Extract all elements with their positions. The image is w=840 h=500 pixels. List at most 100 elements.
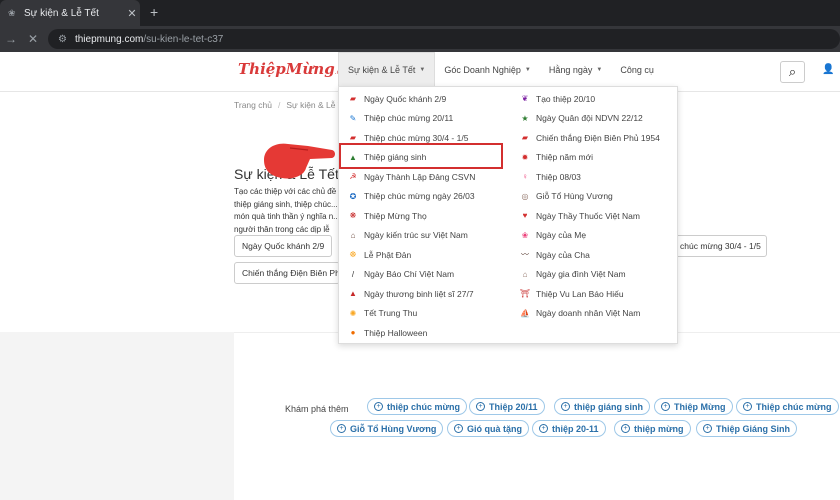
menu-item-label: Thiệp 08/03 [536, 171, 581, 182]
explore-chip[interactable]: + Thiệp 20/11 [469, 398, 545, 415]
menu-item-label: Ngày của Cha [536, 249, 590, 260]
menu-item[interactable]: ⌂ Ngày gia đình Việt Nam [519, 265, 679, 285]
menu-item[interactable]: ♀ Thiệp 08/03 [519, 167, 679, 187]
menu-item[interactable]: ⛩ Thiệp Vu Lan Báo Hiếu [519, 284, 679, 304]
menu-item[interactable]: ❋ Thiệp Mừng Thọ [347, 206, 507, 226]
flag-icon: ▰ [349, 94, 357, 104]
flag-icon: ▰ [349, 133, 357, 143]
explore-chip-label: thiệp chúc mừng [387, 401, 461, 412]
chevron-down-icon: ▼ [596, 66, 603, 73]
menu-item[interactable]: ♥ Ngày Thầy Thuốc Việt Nam [519, 206, 679, 226]
explore-chip[interactable]: + thiệp 20-11 [532, 420, 606, 437]
explore-chip[interactable]: + thiệp giáng sinh [554, 398, 650, 415]
menu-item[interactable]: ✪ Thiệp chúc mừng ngày 26/03 [347, 187, 507, 207]
search-button[interactable]: ⌕ [780, 61, 805, 83]
menu-item-label: Tết Trung Thu [364, 308, 418, 319]
nav-tools[interactable]: Công cụ [611, 52, 663, 87]
plus-icon: + [661, 402, 670, 411]
explore-chip[interactable]: + Thiệp chúc mừng [736, 398, 839, 415]
explore-chip[interactable]: + thiệp mừng [614, 420, 691, 437]
menu-item-label: Thiệp Halloween [364, 327, 428, 338]
explore-chip[interactable]: + Thiệp Giáng Sinh [696, 420, 797, 437]
mother-icon: ❀ [521, 230, 529, 240]
hammer-sickle-icon: ☭ [349, 172, 357, 182]
plus-icon: + [703, 424, 712, 433]
sail-icon: ⛵ [520, 308, 530, 318]
site-logo[interactable]: ThiệpMừng.com [238, 60, 349, 78]
nav-business[interactable]: Góc Doanh Nghiệp ▼ [435, 52, 540, 87]
page-side-background [0, 332, 234, 500]
menu-item[interactable]: / Ngày Báo Chí Việt Nam [347, 265, 507, 285]
menu-item[interactable]: ☸ Lễ Phật Đản [347, 245, 507, 265]
menu-item-label: Thiệp năm mới [536, 152, 594, 163]
explore-chip-label: Thiệp Giáng Sinh [716, 423, 790, 434]
menu-item-label: Giỗ Tổ Hùng Vương [536, 191, 613, 202]
nav-events[interactable]: Sự kiện & Lễ Tết ▼ [338, 52, 436, 87]
plus-icon: + [476, 402, 485, 411]
menu-item-label: Thiệp Vu Lan Báo Hiếu [536, 288, 624, 299]
menu-item-label: Chiến thắng Điện Biên Phủ 1954 [536, 132, 660, 143]
nav-label: Hằng ngày [548, 64, 593, 75]
plus-icon: + [337, 424, 346, 433]
chevron-down-icon: ▼ [524, 66, 531, 73]
menu-item[interactable]: ▰ Chiến thắng Điện Biên Phủ 1954 [519, 128, 679, 148]
url-path: /su-kien-le-tet-c37 [143, 33, 224, 45]
family-icon: ⌂ [522, 269, 528, 279]
plus-icon: + [539, 424, 548, 433]
lantern-icon: ✺ [349, 308, 357, 318]
pointing-hand-icon [264, 143, 335, 179]
menu-item-label: Thiệp chúc mừng ngày 26/03 [364, 191, 475, 202]
menu-item-label: Ngày doanh nhân Việt Nam [536, 308, 641, 319]
teacher-icon: ✎ [349, 113, 357, 123]
menu-item[interactable]: ★ Ngày Quân đội NDVN 22/12 [519, 109, 679, 129]
nav-daily[interactable]: Hằng ngày ▼ [540, 52, 612, 87]
menu-item[interactable]: ⛵ Ngày doanh nhân Việt Nam [519, 304, 679, 324]
main-nav: Sự kiện & Lễ Tết ▼ Góc Doanh Nghiệp ▼ Hằng… [338, 52, 663, 87]
mustache-icon: 〰 [521, 250, 529, 260]
menu-item[interactable]: ▰ Ngày Quốc khánh 2/9 [347, 89, 507, 109]
menu-item[interactable]: ⌂ Ngày kiến trúc sư Việt Nam [347, 226, 507, 246]
menu-item-label: Ngày Quân đội NDVN 22/12 [536, 113, 643, 124]
menu-item-label: Ngày Thầy Thuốc Việt Nam [536, 210, 640, 221]
menu-item[interactable]: ✹ Thiệp năm mới [519, 148, 679, 168]
breadcrumb-home[interactable]: Trang chủ [234, 100, 272, 110]
menu-item[interactable]: ▲ Ngày thương binh liệt sĩ 27/7 [347, 284, 507, 304]
plus-icon: + [561, 402, 570, 411]
explore-chip[interactable]: + Gió quà tặng [447, 420, 529, 437]
plus-icon: + [743, 402, 752, 411]
explore-chip[interactable]: + thiệp chúc mừng [367, 398, 468, 415]
menu-item[interactable]: ● Thiệp Halloween [347, 323, 507, 343]
explore-chip[interactable]: + Giỗ Tổ Hùng Vương [330, 420, 444, 437]
menu-item[interactable]: ☭ Ngày Thành Lập Đảng CSVN [347, 167, 507, 187]
new-year-icon: ✹ [521, 152, 529, 162]
user-icon[interactable]: 👤 [822, 64, 834, 75]
tag-button[interactable]: Chiến thắng Điện Biên Ph [234, 262, 340, 284]
tab-close-icon[interactable]: ✕ [124, 7, 140, 20]
tag-button[interactable]: Ngày Quốc khánh 2/9 [234, 235, 332, 257]
menu-column-right: ❦ Tạo thiệp 20/10 ★ Ngày Quân đội NDVN 22/1… [519, 89, 679, 323]
plus-icon: + [454, 424, 463, 433]
menu-item-label: Ngày Báo Chí Việt Nam [364, 269, 455, 280]
tag-button[interactable]: chúc mừng 30/4 - 1/5 [672, 235, 767, 257]
new-tab-button[interactable]: + [150, 4, 158, 20]
explore-chip[interactable]: + Thiệp Mừng [654, 398, 733, 415]
browser-tab[interactable]: ❀ Sự kiện & Lễ Tết ✕ [0, 0, 140, 26]
explore-chip-label: Giỗ Tổ Hùng Vương [350, 423, 437, 434]
site-info-icon[interactable]: ⚙ [58, 34, 67, 45]
menu-item[interactable]: ✎ Thiệp chúc mừng 20/11 [347, 109, 507, 129]
menu-item-label: Lễ Phật Đản [364, 249, 412, 260]
drum-icon: ◎ [521, 191, 529, 201]
stop-icon[interactable]: ✕ [22, 32, 44, 46]
explore-chip-label: Thiệp 20/11 [489, 401, 538, 412]
forward-icon[interactable]: → [0, 32, 22, 46]
menu-item[interactable]: ❀ Ngày của Mẹ [519, 226, 679, 246]
menu-item-label: Thiệp chúc mừng 30/4 - 1/5 [364, 132, 469, 143]
menu-item[interactable]: ✺ Tết Trung Thu [347, 304, 507, 324]
url-field[interactable]: ⚙ thiepmung.com/su-kien-le-tet-c37 [48, 29, 840, 49]
menu-item-label: Thiệp chúc mừng 20/11 [364, 113, 454, 124]
menu-item[interactable]: ❦ Tạo thiệp 20/10 [519, 89, 679, 109]
youth-union-icon: ✪ [349, 191, 357, 201]
explore-chip-label: Gió quà tặng [467, 423, 522, 434]
menu-item[interactable]: 〰 Ngày của Cha [519, 245, 679, 265]
menu-item[interactable]: ◎ Giỗ Tổ Hùng Vương [519, 187, 679, 207]
